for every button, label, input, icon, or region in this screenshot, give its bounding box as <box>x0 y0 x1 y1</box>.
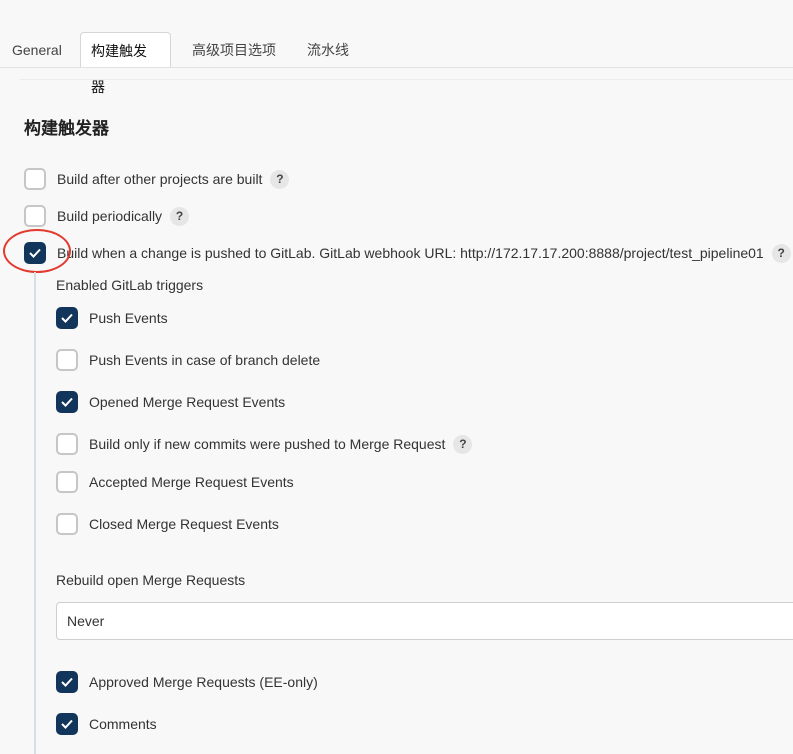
option-closed-mr: Closed Merge Request Events <box>56 512 279 536</box>
trigger-build-after-other: Build after other projects are built ? <box>24 167 290 191</box>
checkbox-push-events[interactable] <box>56 307 78 329</box>
option-label: Comments <box>89 716 157 732</box>
checkbox-accepted-mr[interactable] <box>56 471 78 493</box>
tab-pipeline[interactable]: 流水线 <box>297 32 359 68</box>
checkbox-approved-mr[interactable] <box>56 671 78 693</box>
trigger-gitlab-push: Build when a change is pushed to GitLab.… <box>24 241 791 265</box>
checkbox-closed-mr[interactable] <box>56 513 78 535</box>
checkbox-new-commits-mr[interactable] <box>56 433 78 455</box>
tab-bar: General 构建触发器 高级项目选项 流水线 <box>0 32 793 95</box>
option-new-commits-mr: Build only if new commits were pushed to… <box>56 432 473 456</box>
option-label: Closed Merge Request Events <box>89 516 279 532</box>
trigger-label: Build after other projects are built <box>57 171 263 187</box>
checkbox-opened-mr[interactable] <box>56 391 78 413</box>
tab-advanced-options[interactable]: 高级项目选项 <box>182 32 286 68</box>
help-icon[interactable]: ? <box>771 243 791 263</box>
trigger-label: Build when a change is pushed to GitLab.… <box>57 245 764 261</box>
option-comments: Comments <box>56 712 157 736</box>
option-opened-mr: Opened Merge Request Events <box>56 390 285 414</box>
trigger-build-periodically: Build periodically ? <box>24 204 190 228</box>
option-label: Opened Merge Request Events <box>89 394 286 410</box>
checkbox-comments[interactable] <box>56 713 78 735</box>
tab-build-triggers[interactable]: 构建触发器 <box>80 32 171 95</box>
option-label: Push Events in case of branch delete <box>89 352 321 368</box>
nested-options-guide <box>34 272 36 754</box>
section-divider <box>20 79 793 80</box>
option-label: Build only if new commits were pushed to… <box>89 436 446 452</box>
highlight-circle <box>3 229 71 273</box>
rebuild-mr-label: Rebuild open Merge Requests <box>56 572 246 588</box>
trigger-label: Build periodically <box>57 208 163 224</box>
tab-general[interactable]: General <box>2 32 72 68</box>
rebuild-mr-select[interactable]: Never <box>56 602 793 640</box>
option-push-events: Push Events <box>56 306 168 330</box>
option-approved-mr: Approved Merge Requests (EE-only) <box>56 670 318 694</box>
section-title: 构建触发器 <box>24 119 109 138</box>
option-push-branch-delete: Push Events in case of branch delete <box>56 348 320 372</box>
option-label: Approved Merge Requests (EE-only) <box>89 674 318 690</box>
checkbox-push-branch-delete[interactable] <box>56 349 78 371</box>
checkbox-build-periodically[interactable] <box>24 205 46 227</box>
option-accepted-mr: Accepted Merge Request Events <box>56 470 294 494</box>
checkbox-build-after-other[interactable] <box>24 168 46 190</box>
tab-divider <box>0 67 793 68</box>
option-label: Accepted Merge Request Events <box>89 474 294 490</box>
help-icon[interactable]: ? <box>170 206 190 226</box>
help-icon[interactable]: ? <box>270 169 290 189</box>
help-icon[interactable]: ? <box>453 434 473 454</box>
option-label: Push Events <box>89 310 168 326</box>
enabled-triggers-label: Enabled GitLab triggers <box>56 277 204 293</box>
